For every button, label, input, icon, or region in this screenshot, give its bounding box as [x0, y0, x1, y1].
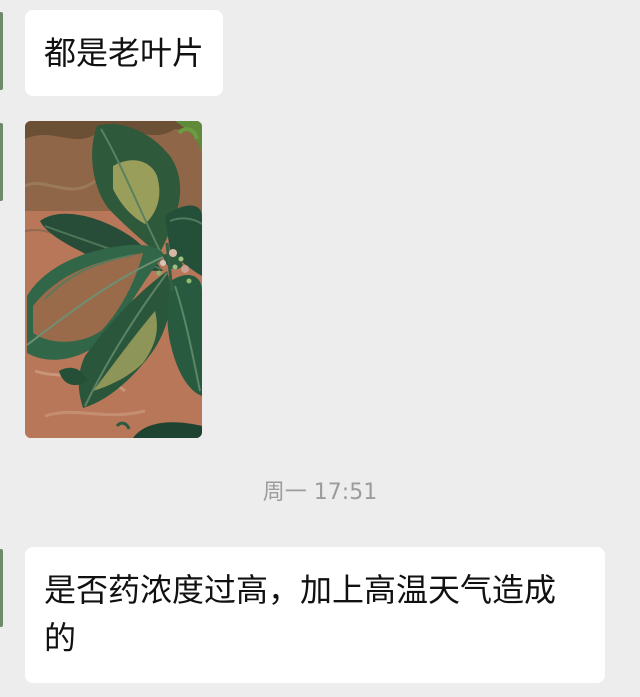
sender-avatar-edge[interactable] — [0, 549, 3, 627]
message-bubble[interactable]: 都是老叶片 — [25, 10, 224, 96]
message-bubble[interactable]: 是否药浓度过高，加上高温天气造成的 — [25, 547, 605, 683]
leaf-photo-image — [25, 121, 202, 438]
message-timestamp: 周一 17:51 — [262, 480, 378, 505]
message-text: 是否药浓度过高，加上高温天气造成的 — [44, 571, 557, 657]
sender-avatar-edge[interactable] — [0, 12, 3, 90]
message-text: 都是老叶片 — [44, 34, 205, 72]
sender-avatar-edge[interactable] — [0, 123, 3, 201]
chat-thread: 都是老叶片 周一 17:51 是否药浓度过高，加上高温天气造成的 — [0, 0, 640, 697]
image-message[interactable] — [25, 121, 202, 438]
